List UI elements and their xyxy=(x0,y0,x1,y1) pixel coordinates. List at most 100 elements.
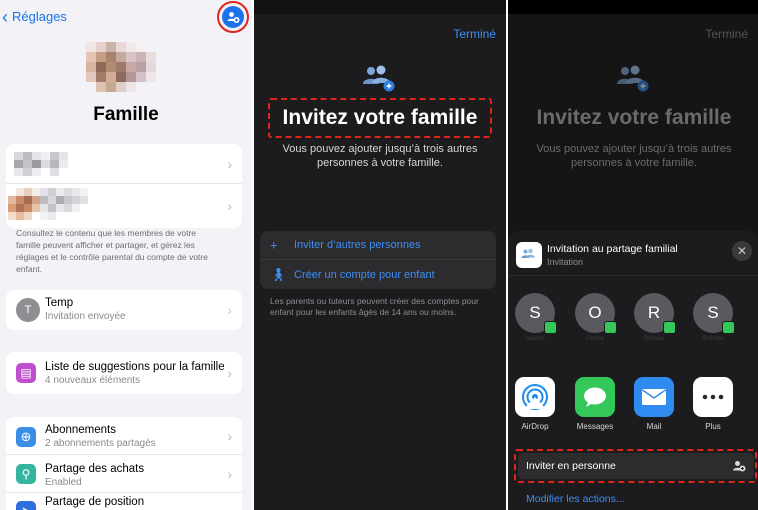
share-more[interactable]: Plus xyxy=(692,377,734,431)
subscriptions-icon: ⊕ xyxy=(16,427,36,447)
blurred-member-name xyxy=(8,188,96,220)
invite-subtitle: Vous pouvez ajouter jusqu’à trois autres… xyxy=(508,142,758,170)
family-icon xyxy=(363,65,395,92)
avatar-letter: S xyxy=(707,303,719,322)
chevron-right-icon: › xyxy=(227,198,232,214)
done-button[interactable]: Terminé xyxy=(453,27,496,41)
messages-badge-icon xyxy=(544,321,557,334)
contact-name: Sinkster xyxy=(702,336,724,342)
family-settings-panel: ‹ Réglages Famille › › Consultez le cont… xyxy=(0,0,252,510)
create-child-account-option[interactable]: 🚶︎ Créer un compte pour enfant xyxy=(260,260,496,289)
subscriptions-subtitle: 2 abonnements partagés xyxy=(45,438,156,449)
member-row[interactable]: › xyxy=(6,144,242,184)
airdrop-icon xyxy=(515,377,555,417)
purchases-title: Partage des achats xyxy=(45,463,145,475)
highlight-box xyxy=(268,98,492,138)
chevron-left-icon: ‹ xyxy=(2,6,8,27)
contact-name: Renske xyxy=(643,336,665,342)
share-sheet: Invitation au partage familial Invitatio… xyxy=(508,231,758,510)
contact-suggestion[interactable]: O Ourida xyxy=(574,293,617,342)
share-mail[interactable]: Mail xyxy=(633,377,675,431)
pending-member-card[interactable]: T Temp Invitation envoyée › xyxy=(6,290,242,330)
invite-others-label: Inviter d’autres personnes xyxy=(294,239,421,251)
family-note: Consultez le contenu que les membres de … xyxy=(16,228,208,274)
sheet-subtitle: Invitation xyxy=(547,257,584,267)
blurred-member-name xyxy=(14,152,77,176)
divider xyxy=(508,275,758,276)
avatar-letter: S xyxy=(529,303,541,322)
share-messages[interactable]: Messages xyxy=(574,377,616,431)
purchases-row[interactable]: ⚲ Partage des achats Enabled › xyxy=(6,455,242,493)
location-row[interactable]: ➤ Partage de position xyxy=(6,493,242,510)
contact-suggestion[interactable]: S sadrine xyxy=(514,293,557,342)
invite-options: + Inviter d’autres personnes 🚶︎ Créer un… xyxy=(260,231,496,289)
invite-others-option[interactable]: + Inviter d’autres personnes xyxy=(260,231,496,260)
share-sheet-panel: Terminé Invitez votre famille Vous pouve… xyxy=(508,0,758,510)
avatar: S xyxy=(693,293,735,334)
back-button[interactable]: ‹ Réglages xyxy=(0,6,67,27)
plus-icon: + xyxy=(270,237,278,253)
app-name: Messages xyxy=(576,422,614,431)
avatar-letter: R xyxy=(647,303,661,322)
chevron-right-icon: › xyxy=(227,302,232,318)
sheet-title: Invitation au partage familial xyxy=(547,243,678,255)
avatar-letter: O xyxy=(588,303,602,322)
suggestions-icon: ▤ xyxy=(16,363,36,383)
members-card: › › xyxy=(6,144,242,228)
suggestions-card[interactable]: ▤ Liste de suggestions pour la famille 4… xyxy=(6,352,242,394)
member-row[interactable]: › xyxy=(6,184,242,228)
done-button[interactable]: Terminé xyxy=(705,27,748,41)
close-icon[interactable]: ✕ xyxy=(732,241,752,261)
share-airdrop[interactable]: AirDrop xyxy=(514,377,556,431)
messages-badge-icon xyxy=(604,321,617,334)
subscriptions-title: Abonnements xyxy=(45,424,116,436)
invite-title: Invitez votre famille xyxy=(536,106,732,129)
messages-badge-icon xyxy=(722,321,735,334)
chevron-right-icon: › xyxy=(227,427,232,444)
highlight-box xyxy=(514,449,757,483)
mail-icon xyxy=(634,377,674,417)
app-name: Mail xyxy=(646,422,662,431)
invite-family-panel: Terminé Invitez votre famille Vous pouve… xyxy=(254,0,506,510)
avatar: S xyxy=(515,293,557,334)
sharing-card: ⊕ Abonnements 2 abonnements partagés › ⚲… xyxy=(6,417,242,510)
messages-icon xyxy=(575,377,615,417)
family-icon xyxy=(617,65,649,92)
invite-subtitle-text: Vous pouvez ajouter jusqu’à trois autres… xyxy=(536,143,732,169)
app-name: AirDrop xyxy=(521,422,549,431)
family-sharing-icon xyxy=(516,242,542,268)
subscriptions-row[interactable]: ⊕ Abonnements 2 abonnements partagés › xyxy=(6,417,242,455)
more-icon xyxy=(693,377,733,417)
purchases-icon: ⚲ xyxy=(16,464,36,484)
suggestions-subtitle: 4 nouveaux éléments xyxy=(45,375,141,386)
member-status: Invitation envoyée xyxy=(45,311,126,322)
member-name: Temp xyxy=(45,297,74,309)
avatar: T xyxy=(16,298,40,322)
child-account-note: Les parents ou tuteurs peuvent créer des… xyxy=(270,296,479,317)
app-name: Plus xyxy=(705,422,721,431)
page-title: Famille xyxy=(93,104,159,125)
edit-actions-link[interactable]: Modifier les actions... xyxy=(526,493,625,505)
status-strip xyxy=(254,0,506,14)
suggestions-title: Liste de suggestions pour la famille xyxy=(45,361,225,373)
contact-name: Ourida xyxy=(585,336,604,342)
child-icon: 🚶︎ xyxy=(270,266,287,282)
back-label: Réglages xyxy=(12,9,67,24)
location-icon: ➤ xyxy=(16,501,36,510)
contact-suggestion[interactable]: S Sinkster xyxy=(692,293,735,342)
chevron-right-icon: › xyxy=(227,465,232,482)
invite-subtitle: Vous pouvez ajouter jusqu’à trois autres… xyxy=(254,142,506,170)
contact-name: sadrine xyxy=(525,336,545,342)
purchases-subtitle: Enabled xyxy=(45,477,82,488)
avatar: R xyxy=(634,293,676,334)
chevron-right-icon: › xyxy=(227,155,232,172)
contact-suggestion[interactable]: R Renske xyxy=(633,293,676,342)
location-title: Partage de position xyxy=(45,496,145,508)
messages-badge-icon xyxy=(663,321,676,334)
invite-subtitle-text: Vous pouvez ajouter jusqu’à trois autres… xyxy=(282,143,478,169)
highlight-circle xyxy=(217,1,249,33)
avatar: O xyxy=(575,293,617,334)
blurred-avatar xyxy=(86,42,156,92)
chevron-right-icon: › xyxy=(227,365,232,381)
create-child-account-label: Créer un compte pour enfant xyxy=(294,268,435,281)
